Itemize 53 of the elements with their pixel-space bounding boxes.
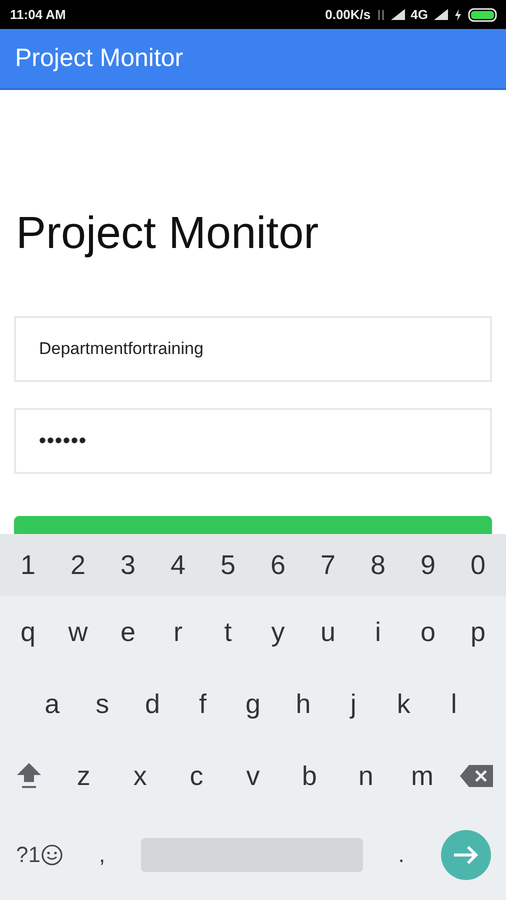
charging-icon <box>454 8 462 20</box>
keyboard-key[interactable]: n <box>346 760 386 792</box>
page-heading: Project Monitor <box>16 206 320 260</box>
keyboard-key[interactable]: u <box>308 616 348 648</box>
keyboard-key[interactable]: x <box>120 760 160 792</box>
battery-icon <box>468 8 498 22</box>
keyboard-key[interactable]: g <box>232 688 273 720</box>
keyboard-key[interactable]: e <box>108 616 148 648</box>
comma-key[interactable]: , <box>82 842 122 868</box>
keyboard-key[interactable]: q <box>8 616 48 648</box>
keyboard-key[interactable]: v <box>232 760 273 792</box>
keyboard-key[interactable]: h <box>283 688 324 720</box>
keyboard-key[interactable]: 7 <box>308 550 348 580</box>
status-time: 11:04 AM <box>10 7 66 22</box>
keyboard-key[interactable]: j <box>333 688 374 720</box>
keyboard-key[interactable]: d <box>132 688 173 720</box>
keyboard-key[interactable]: f <box>182 688 223 720</box>
app-bar-title: Project Monitor <box>15 44 184 73</box>
keyboard-key[interactable]: 1 <box>8 550 48 580</box>
keyboard-key[interactable]: b <box>289 760 330 792</box>
backspace-icon[interactable] <box>458 762 495 790</box>
keyboard-key[interactable]: 8 <box>358 550 398 580</box>
network-speed: 0.00K/s <box>325 7 371 22</box>
keyboard-key[interactable]: z <box>64 760 104 792</box>
signal-icon <box>390 9 405 20</box>
emoji-icon[interactable] <box>41 844 64 866</box>
keyboard-key[interactable]: a <box>32 688 72 720</box>
keyboard-key[interactable]: w <box>58 616 98 648</box>
keyboard-key[interactable]: k <box>384 688 424 720</box>
keyboard-key[interactable]: 0 <box>458 550 498 580</box>
keyboard-key[interactable]: s <box>82 688 122 720</box>
username-field[interactable]: Departmentfortraining <box>14 316 492 382</box>
keyboard-key[interactable]: t <box>208 616 248 648</box>
keyboard-key[interactable]: m <box>402 760 442 792</box>
keyboard-key[interactable]: p <box>458 616 498 648</box>
password-field[interactable]: •••••• <box>14 408 492 474</box>
keyboard-key[interactable]: l <box>434 688 474 720</box>
signal-icon <box>434 9 448 20</box>
network-type: 4G <box>410 7 428 22</box>
keyboard-key[interactable]: o <box>408 616 448 648</box>
keyboard-key[interactable]: r <box>158 616 198 648</box>
keyboard-key[interactable]: 9 <box>408 550 448 580</box>
keyboard-key[interactable]: c <box>176 760 217 792</box>
keyboard-key[interactable]: 4 <box>158 550 198 580</box>
keyboard-key[interactable]: 6 <box>258 550 298 580</box>
period-key[interactable]: . <box>381 842 422 868</box>
keyboard-key[interactable]: 5 <box>208 550 248 580</box>
keyboard-key[interactable]: 3 <box>108 550 148 580</box>
keyboard-key[interactable]: y <box>258 616 298 648</box>
keyboard-key[interactable]: 2 <box>58 550 98 580</box>
symbols-key[interactable]: ?1 <box>16 842 40 868</box>
keyboard-key[interactable]: i <box>358 616 398 648</box>
data-transfer-icon <box>376 8 385 20</box>
